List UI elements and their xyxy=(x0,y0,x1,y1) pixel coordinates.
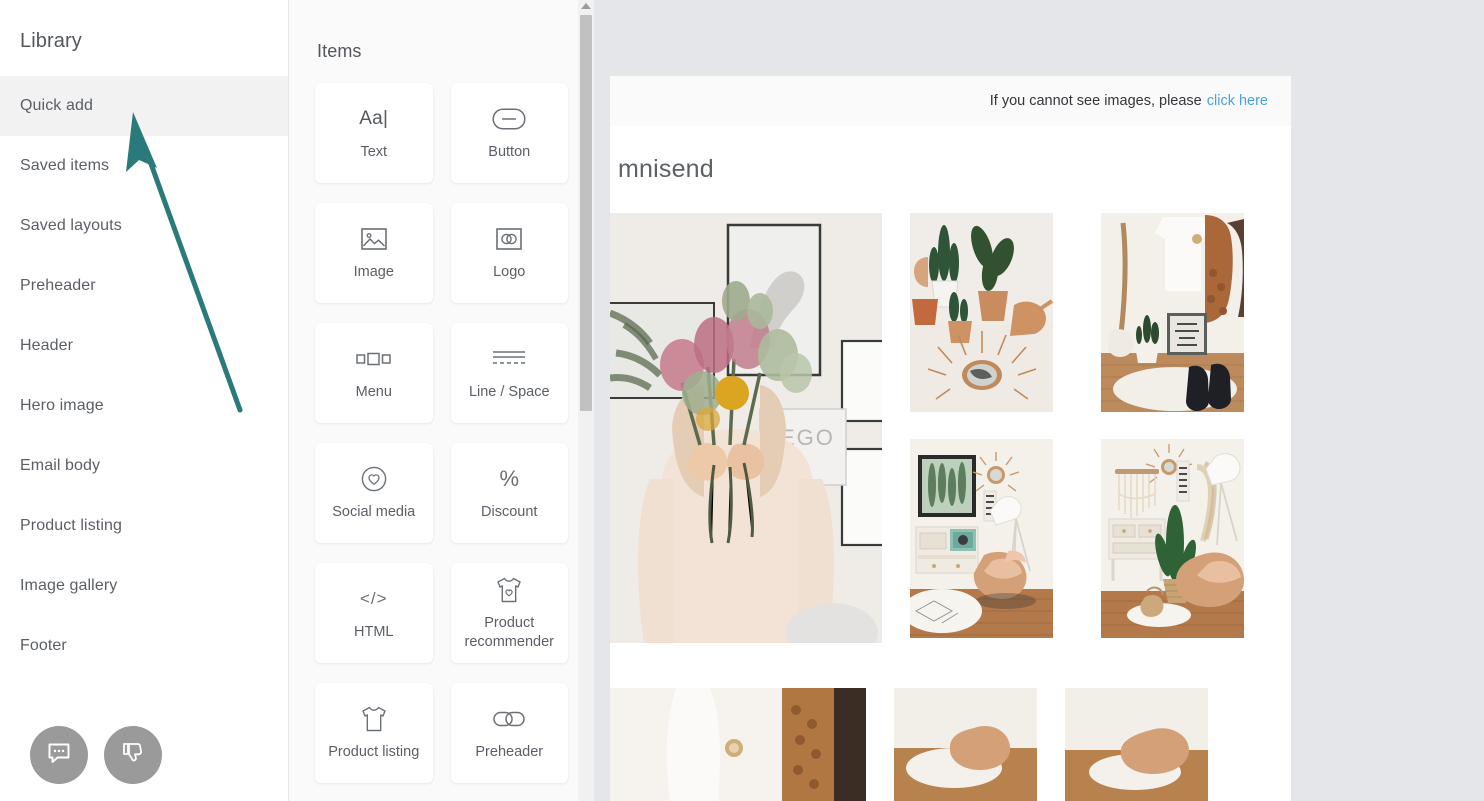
items-panel-scrollbar[interactable] xyxy=(578,0,594,801)
percent-glyph: % xyxy=(499,466,520,491)
items-panel: Items Aa| Text Button Image Logo Menu Line / S… xyxy=(289,0,594,801)
line-space-icon xyxy=(492,344,526,374)
sidebar-item-quick-add[interactable]: Quick add xyxy=(0,76,288,136)
photo-strip-bottom xyxy=(610,688,1291,801)
sidebar-item-preheader[interactable]: Preheader xyxy=(0,256,288,316)
item-tile-logo[interactable]: Logo xyxy=(450,203,568,303)
item-tile-preheader[interactable]: Preheader xyxy=(450,683,568,783)
item-tile-label: Text xyxy=(360,144,388,160)
bottom-photo-3[interactable] xyxy=(1065,688,1208,801)
item-tile-image[interactable]: Image xyxy=(315,203,433,303)
email-logo-block[interactable]: mnisend xyxy=(610,126,1291,213)
button-pill-icon xyxy=(492,104,526,134)
items-grid: Aa| Text Button Image Logo Menu Line / Space So… xyxy=(289,83,594,783)
library-sidebar: Library Quick add Saved items Saved layout… xyxy=(0,0,289,801)
sidebar-item-header[interactable]: Header xyxy=(0,316,288,376)
feedback-buttons xyxy=(30,726,162,784)
email-canvas-area: If you cannot see images, please click h… xyxy=(594,0,1484,801)
item-tile-label: Discount xyxy=(481,504,538,520)
sidebar-item-saved-layouts[interactable]: Saved layouts xyxy=(0,196,288,256)
sidebar-item-footer[interactable]: Footer xyxy=(0,616,288,676)
item-tile-label: HTML xyxy=(354,624,394,640)
item-tile-button[interactable]: Button xyxy=(450,83,568,183)
scrollbar-thumb[interactable] xyxy=(580,15,592,411)
sidebar-item-product-listing[interactable]: Product listing xyxy=(0,496,288,556)
sidebar-item-image-gallery[interactable]: Image gallery xyxy=(0,556,288,616)
text-aa-icon: Aa| xyxy=(359,104,388,134)
tshirt-heart-icon xyxy=(494,575,524,605)
item-tile-label: Product recommender xyxy=(464,614,554,650)
image-picture-icon xyxy=(360,224,387,254)
item-tile-label: Menu xyxy=(355,384,392,400)
grid-photo-4[interactable] xyxy=(1100,439,1244,638)
item-tile-product-recommender[interactable]: Product recommender xyxy=(450,563,568,663)
grid-photo-3[interactable] xyxy=(902,439,1053,638)
item-tile-label: Product listing xyxy=(328,744,420,760)
logo-rings-icon xyxy=(496,224,523,254)
sidebar-item-label: Email body xyxy=(20,457,101,474)
preheader-text: If you cannot see images, please xyxy=(989,93,1202,109)
chat-bubble-icon xyxy=(46,740,72,771)
email-preheader-block[interactable]: If you cannot see images, please click h… xyxy=(610,76,1291,126)
bottom-photo-2[interactable] xyxy=(894,688,1037,801)
sidebar-item-label: Header xyxy=(20,337,74,354)
item-tile-label: Social media xyxy=(332,504,416,520)
scroll-up-arrow-icon[interactable] xyxy=(581,3,591,9)
sidebar-item-email-body[interactable]: Email body xyxy=(0,436,288,496)
thumbs-down-icon xyxy=(120,740,146,771)
item-tile-social-media[interactable]: Social media xyxy=(315,443,433,543)
sidebar-item-label: Quick add xyxy=(20,97,93,114)
item-tile-label: Image xyxy=(353,264,394,280)
brand-logo-text: mnisend xyxy=(618,155,714,183)
library-nav-list: Quick add Saved items Saved layouts Prehead… xyxy=(0,76,288,676)
preheader-link[interactable]: click here xyxy=(1207,93,1268,109)
sidebar-item-saved-items[interactable]: Saved items xyxy=(0,136,288,196)
page-title: Library xyxy=(20,30,82,52)
hero-image[interactable]: EGO xyxy=(605,213,886,663)
code-glyph: </> xyxy=(359,589,388,608)
item-tile-menu[interactable]: Menu xyxy=(315,323,433,423)
item-tile-label: Line / Space xyxy=(468,384,550,400)
thumbs-down-feedback-button[interactable] xyxy=(104,726,162,784)
tshirt-icon xyxy=(359,704,389,734)
item-tile-discount[interactable]: % Discount xyxy=(450,443,568,543)
bottom-photo-1[interactable] xyxy=(610,688,866,801)
sidebar-item-label: Saved layouts xyxy=(20,217,122,234)
sidebar-item-label: Preheader xyxy=(20,277,96,294)
photo-grid xyxy=(902,213,1262,638)
items-panel-title: Items xyxy=(317,41,362,61)
sidebar-item-label: Footer xyxy=(20,637,67,654)
grid-photo-2[interactable] xyxy=(1100,213,1244,412)
text-aa-glyph: Aa| xyxy=(359,108,389,129)
item-tile-html[interactable]: </> HTML xyxy=(315,563,433,663)
html-code-icon: </> xyxy=(360,584,388,614)
link-chain-icon xyxy=(493,704,525,734)
discount-percent-icon: % xyxy=(499,464,519,494)
item-tile-label: Logo xyxy=(493,264,526,280)
item-tile-label: Button xyxy=(488,144,531,160)
sidebar-item-label: Product listing xyxy=(20,517,122,534)
sidebar-item-label: Saved items xyxy=(20,157,110,174)
item-tile-label: Preheader xyxy=(475,744,544,760)
item-tile-product-listing[interactable]: Product listing xyxy=(315,683,433,783)
menu-boxes-icon xyxy=(356,344,392,374)
social-heart-circle-icon xyxy=(361,464,387,494)
item-tile-line-space[interactable]: Line / Space xyxy=(450,323,568,423)
sidebar-item-label: Hero image xyxy=(20,397,104,414)
email-document: If you cannot see images, please click h… xyxy=(605,76,1291,801)
grid-photo-1[interactable] xyxy=(910,213,1054,412)
item-tile-text[interactable]: Aa| Text xyxy=(315,83,433,183)
email-image-gallery-block: EGO xyxy=(605,213,1291,801)
chat-feedback-button[interactable] xyxy=(30,726,88,784)
sidebar-item-hero-image[interactable]: Hero image xyxy=(0,376,288,436)
sidebar-item-label: Image gallery xyxy=(20,577,118,594)
